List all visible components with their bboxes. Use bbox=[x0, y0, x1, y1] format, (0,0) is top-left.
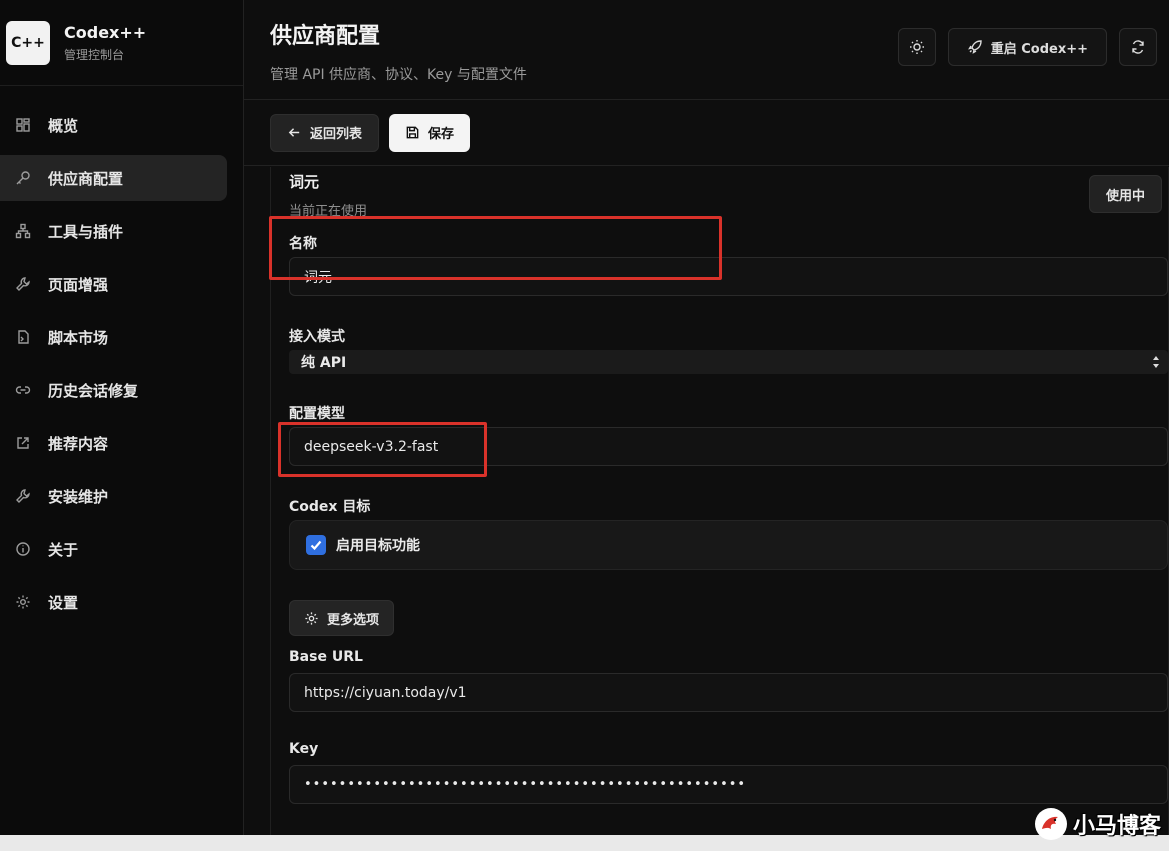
in-use-button[interactable]: 使用中 bbox=[1088, 175, 1162, 213]
refresh-button[interactable] bbox=[1119, 28, 1157, 66]
app-title: Codex++ bbox=[64, 22, 147, 42]
name-input[interactable]: 词元 bbox=[289, 257, 1168, 296]
sidebar-item-label: 推荐内容 bbox=[48, 434, 109, 453]
toolbar: 返回列表 保存 bbox=[244, 100, 1169, 166]
sidebar-item-overview[interactable]: 概览 bbox=[0, 102, 227, 148]
external-link-icon bbox=[14, 434, 32, 452]
back-to-list-button[interactable]: 返回列表 bbox=[270, 113, 380, 152]
target-feature-checkbox[interactable] bbox=[306, 535, 326, 555]
sidebar-item-label: 页面增强 bbox=[48, 275, 109, 294]
sidebar-item-label: 概览 bbox=[48, 116, 79, 135]
arrow-left-icon bbox=[288, 128, 300, 137]
access-mode-select[interactable]: 纯 API bbox=[289, 350, 1168, 374]
sidebar-item-label: 历史会话修复 bbox=[48, 381, 139, 400]
header-actions: 重启 Codex++ bbox=[897, 28, 1157, 66]
sidebar-item-label: 供应商配置 bbox=[48, 169, 124, 188]
page-header: 供应商配置 管理 API 供应商、协议、Key 与配置文件 重启 Codex++ bbox=[244, 0, 1169, 100]
provider-name-heading: 词元 bbox=[289, 173, 320, 191]
model-label: 配置模型 bbox=[289, 406, 345, 422]
base-url-input[interactable]: https://ciyuan.today/v1 bbox=[289, 673, 1168, 712]
wrench-icon bbox=[14, 487, 32, 505]
more-options-button[interactable]: 更多选项 bbox=[289, 600, 395, 636]
model-input[interactable]: deepseek-v3.2-fast bbox=[289, 427, 1168, 466]
refresh-icon bbox=[1132, 40, 1144, 54]
save-button-label: 保存 bbox=[428, 127, 455, 142]
sidebar-item-about[interactable]: 关于 bbox=[0, 526, 227, 572]
page-subtitle: 管理 API 供应商、协议、Key 与配置文件 bbox=[270, 67, 527, 83]
link-icon bbox=[14, 381, 32, 399]
sidebar-item-page-enhance[interactable]: 页面增强 bbox=[0, 261, 227, 307]
sidebar: C++ Codex++ 管理控制台 概览 供应商配置 工具与插件 页面增强 脚本… bbox=[0, 0, 244, 835]
key-icon bbox=[14, 169, 32, 187]
access-mode-label: 接入模式 bbox=[289, 329, 345, 345]
gear-icon bbox=[14, 593, 32, 611]
sidebar-item-script-market[interactable]: 脚本市场 bbox=[0, 314, 227, 360]
sidebar-item-settings[interactable]: 设置 bbox=[0, 579, 227, 625]
main-panel: 供应商配置 管理 API 供应商、协议、Key 与配置文件 重启 Codex++… bbox=[244, 0, 1169, 835]
sidebar-item-label: 工具与插件 bbox=[48, 222, 124, 241]
sidebar-item-tools-plugins[interactable]: 工具与插件 bbox=[0, 208, 227, 254]
app-logo: C++ bbox=[6, 20, 50, 65]
codex-target-label: Codex 目标 bbox=[289, 499, 371, 515]
access-mode-value: 纯 API bbox=[301, 355, 347, 371]
target-feature-label: 启用目标功能 bbox=[336, 538, 420, 554]
watermark: 小马博客 bbox=[1034, 808, 1161, 840]
restart-button-label: 重启 Codex++ bbox=[990, 41, 1088, 57]
wrench-icon bbox=[14, 275, 32, 293]
save-icon bbox=[406, 126, 419, 139]
sidebar-item-provider-config[interactable]: 供应商配置 bbox=[0, 155, 227, 201]
sun-icon bbox=[909, 40, 924, 54]
gear-icon bbox=[305, 611, 318, 625]
sidebar-item-label: 关于 bbox=[48, 540, 79, 559]
sidebar-item-label: 设置 bbox=[48, 593, 79, 612]
brand: C++ Codex++ 管理控制台 bbox=[0, 0, 243, 86]
sidebar-item-label: 脚本市场 bbox=[48, 328, 109, 347]
save-button[interactable]: 保存 bbox=[389, 113, 471, 152]
watermark-logo-icon bbox=[1034, 808, 1067, 840]
network-icon bbox=[14, 222, 32, 240]
check-icon bbox=[310, 540, 322, 551]
provider-status-text: 当前正在使用 bbox=[289, 204, 368, 219]
base-url-label: Base URL bbox=[289, 649, 363, 665]
app-window: C++ Codex++ 管理控制台 概览 供应商配置 工具与插件 页面增强 脚本… bbox=[0, 0, 1169, 835]
back-button-label: 返回列表 bbox=[310, 127, 363, 142]
name-label: 名称 bbox=[289, 236, 317, 252]
script-icon bbox=[14, 328, 32, 346]
restart-button[interactable]: 重启 Codex++ bbox=[947, 28, 1107, 66]
provider-form: 词元 当前正在使用 使用中 名称 词元 接入模式 纯 API 配置模型 deep… bbox=[270, 167, 1169, 835]
info-icon bbox=[14, 540, 32, 558]
more-options-label: 更多选项 bbox=[327, 612, 380, 628]
sidebar-item-history-repair[interactable]: 历史会话修复 bbox=[0, 367, 227, 413]
bottom-strip bbox=[0, 835, 1169, 851]
sidebar-item-recommended[interactable]: 推荐内容 bbox=[0, 420, 227, 466]
sidebar-item-install-maintain[interactable]: 安装维护 bbox=[0, 473, 227, 519]
sidebar-nav: 概览 供应商配置 工具与插件 页面增强 脚本市场 历史会话修复 推荐内容 安装维… bbox=[0, 86, 243, 625]
rocket-icon bbox=[967, 40, 982, 54]
app-subtitle: 管理控制台 bbox=[64, 47, 125, 62]
target-feature-card: 启用目标功能 bbox=[289, 520, 1168, 570]
grid-icon bbox=[14, 116, 32, 134]
watermark-text: 小马博客 bbox=[1072, 814, 1161, 839]
key-input[interactable]: ••••••••••••••••••••••••••••••••••••••••… bbox=[289, 765, 1168, 804]
theme-toggle-button[interactable] bbox=[897, 28, 936, 66]
key-label: Key bbox=[289, 741, 319, 757]
select-arrows-icon bbox=[1153, 356, 1159, 368]
sidebar-item-label: 安装维护 bbox=[48, 487, 109, 506]
